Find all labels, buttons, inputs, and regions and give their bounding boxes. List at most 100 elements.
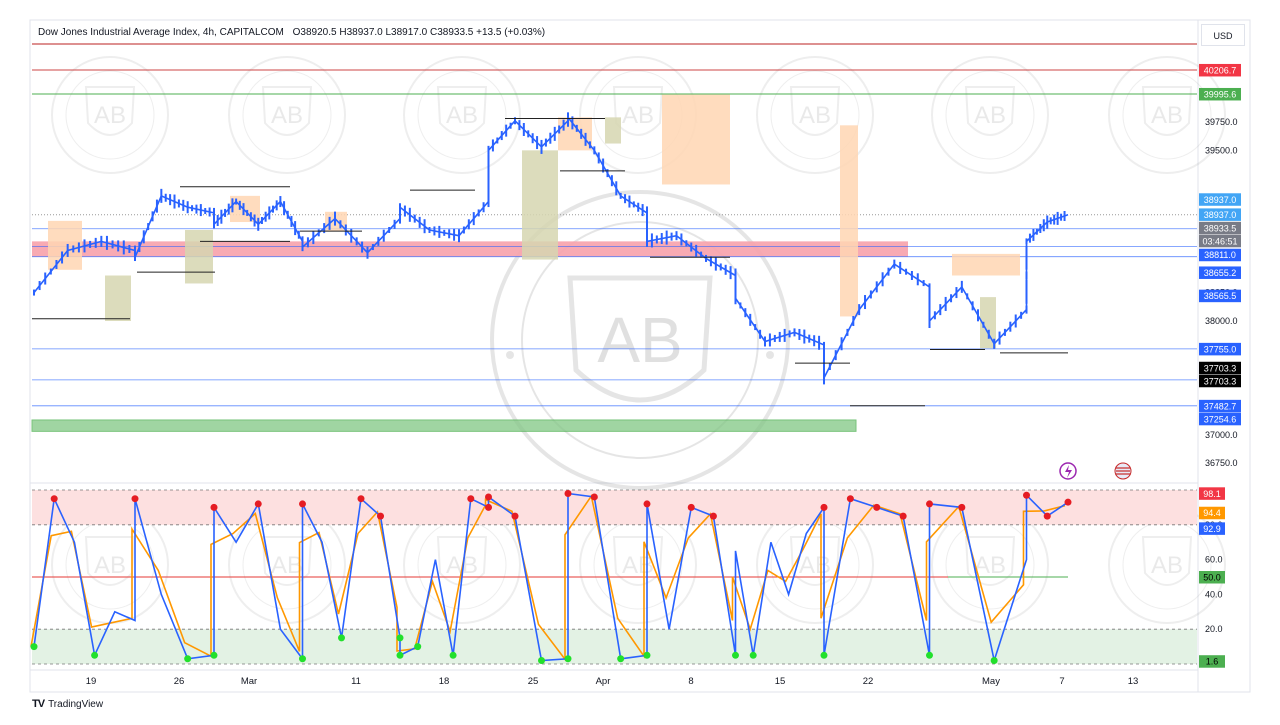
candle [186,201,189,214]
candle [122,240,125,255]
candle [173,194,176,209]
overbought-signal-dot [687,503,695,511]
price-axis-tick: 37000.0 [1205,430,1238,440]
candle [213,220,215,229]
candle [377,236,380,246]
candle [549,132,552,144]
candle [128,244,131,253]
candle [1049,217,1052,225]
oversold-signal-dot [210,651,218,659]
candle [204,208,207,215]
candle [286,210,289,219]
overbought-signal-dot [820,503,828,511]
candle [675,231,678,241]
watermark-logo-text: AB [94,102,126,129]
candle [38,281,41,291]
candle [916,273,919,286]
oversold-signal-dot [30,643,38,651]
candle [531,133,534,144]
tradingview-brand[interactable]: TV TradingView [32,698,103,710]
candle [249,212,252,222]
price-label-text: 38933.5 [1204,223,1237,233]
supply-zone [32,241,908,257]
chart-canvas[interactable]: AB AB AB AB AB AB ABAB AB AB AB AB AB ABAB36750.0370… [0,0,1280,720]
candle [665,230,668,245]
candle [403,205,406,217]
candle [544,138,547,147]
candle [500,131,503,141]
candle [487,145,490,155]
symbol-title[interactable]: Dow Jones Industrial Average Index, 4h, … [38,27,284,38]
candle [540,139,543,154]
candle [1025,238,1028,245]
oversold-signal-dot [926,651,933,659]
candle [518,120,521,131]
price-axis-tick: 38000.0 [1205,316,1238,326]
price-label-text: 03:46:51 [1202,236,1237,246]
candle [413,214,416,223]
candle [778,331,781,342]
candle [864,295,867,310]
price-label-text: 37703.3 [1204,363,1237,373]
candle [1020,311,1023,319]
candle [1028,233,1031,243]
candle [428,226,431,233]
candle [734,292,737,305]
tradingview-logo-icon: TV [32,698,45,710]
time-axis-tick: 19 [86,676,97,687]
overbought-signal-dot [846,495,854,503]
candle [49,268,52,275]
ohlc-readout: O38920.5 H38937.0 L38917.0 C38933.5 +13.… [292,27,546,38]
candle [220,209,223,224]
candle [238,200,241,210]
candle [567,112,569,123]
price-label-text: 40206.7 [1204,65,1237,75]
overbought-signal-dot [299,500,306,508]
candle [151,211,154,222]
candle [366,246,369,259]
support-zone [31,419,857,432]
candle [1009,321,1012,332]
price-label-text: 37703.3 [1204,376,1237,386]
price-axis-tick: 39750.0 [1205,117,1238,127]
candle [462,226,465,234]
watermark-logo-text: AB [1151,102,1183,129]
oversold-signal-dot [396,634,404,642]
candle [977,309,979,322]
candle [33,289,35,296]
overbought-signal-dot [1023,491,1030,499]
candle [584,132,587,146]
candle [505,124,508,137]
time-axis-tick: 11 [351,676,361,687]
candle [94,237,97,248]
currency-button[interactable]: USD [1201,24,1245,46]
candle [423,219,426,234]
order-block-box [840,125,858,317]
overbought-signal-dot [958,503,966,511]
candle [44,272,47,285]
oscillator-label-text: 94.4 [1203,508,1221,518]
candle [290,215,293,227]
candle [1053,214,1056,225]
candle [793,328,796,337]
candle [933,311,936,320]
watermark-logo-text: AB [622,102,654,129]
candle [355,237,358,246]
candle [808,334,811,343]
candle [224,208,227,217]
candle [231,198,234,213]
candle [536,136,539,150]
overbought-signal-dot [564,489,572,497]
candle [169,194,172,206]
tradingview-label: TradingView [48,698,104,710]
candle [66,243,69,257]
candle [632,201,635,208]
candle [418,216,421,228]
overbought-signal-dot [467,495,475,503]
candle [1063,211,1066,222]
watermark-logo: AB [931,56,1049,174]
candle [443,229,446,236]
candle [1042,219,1045,232]
candle [117,240,120,252]
order-block-box [952,253,1020,276]
